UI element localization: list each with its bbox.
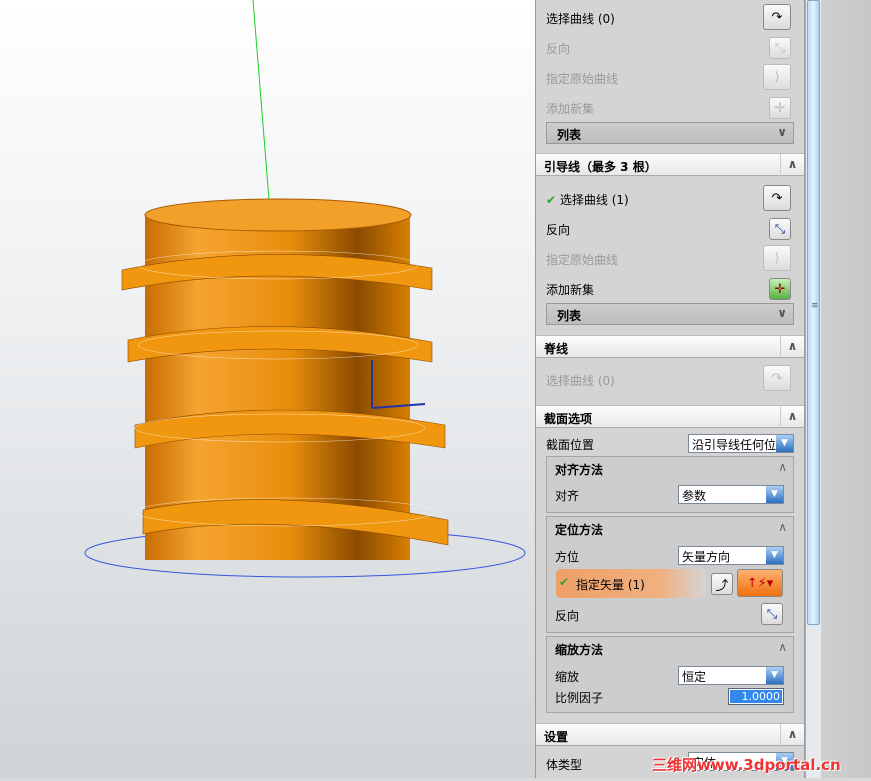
guides-reverse-label: 反向 — [546, 223, 571, 237]
scaling-label: 缩放 — [555, 670, 580, 684]
original-curve-icon[interactable]: ⟩ — [763, 245, 791, 271]
check-icon: ✔ — [546, 193, 557, 207]
dropdown-arrow-icon: ▼ — [776, 435, 793, 452]
guides-title: 引导线（最多 3 根） — [544, 160, 657, 174]
watermark: 三维网www.3dportal.cn — [652, 756, 841, 774]
orientation-title: 定位方法 — [555, 523, 604, 537]
alignment-label: 对齐 — [555, 489, 580, 503]
scaling-group: 缩放方法 ∧ 缩放 恒定 ▼ 比例因子 1.0000 — [546, 636, 794, 713]
section-original-curve-label: 指定原始曲线 — [546, 72, 619, 86]
guides-select-curve: ✔ 选择曲线 (1) — [546, 191, 629, 208]
spine-header[interactable]: 脊线 ∧ — [536, 335, 804, 358]
section-list-toggle[interactable]: 列表 ∨ — [546, 122, 794, 144]
original-curve-icon[interactable]: ⟩ — [763, 64, 791, 90]
guides-list-toggle[interactable]: 列表 ∨ — [546, 303, 794, 325]
section-options-header[interactable]: 截面选项 ∧ — [536, 405, 804, 428]
add-set-icon[interactable]: ✛ — [769, 278, 791, 300]
list-label: 列表 — [557, 309, 582, 323]
section-position-dropdown[interactable]: 沿引导线任何位置 ▼ — [688, 434, 794, 453]
scaling-title: 缩放方法 — [555, 643, 604, 657]
section-reverse-label: 反向 — [546, 42, 571, 56]
chevron-up-icon[interactable]: ∧ — [780, 336, 804, 358]
swept-dialog-panel: 选择曲线 (0) ↷ 反向 ⤡ 指定原始曲线 ⟩ 添加新集 ✛ 列表 ∨ 引导线（… — [535, 0, 805, 778]
dropdown-value: 沿引导线任何位置 — [692, 438, 789, 452]
3d-viewport[interactable] — [0, 0, 535, 778]
chevron-up-icon[interactable]: ∧ — [780, 406, 804, 428]
section-add-set-label: 添加新集 — [546, 102, 595, 116]
guides-select-curve-label: 选择曲线 (1) — [559, 193, 629, 207]
dropdown-value: 参数 — [682, 489, 707, 503]
orientation-reverse-label: 反向 — [555, 609, 580, 623]
guides-header[interactable]: 引导线（最多 3 根） ∧ — [536, 153, 804, 176]
chevron-up-icon[interactable]: ∧ — [778, 520, 787, 534]
dropdown-arrow-icon: ▼ — [766, 667, 783, 684]
curve-select-icon[interactable]: ↷ — [763, 185, 791, 211]
orientation-group: 定位方法 ∧ 方位 矢量方向 ▼ ✔ 指定矢量 (1) ⤴ ↑⚡▾ 反向 ⤡ — [546, 516, 794, 633]
scale-factor-value: 1.0000 — [730, 690, 782, 703]
spine-title: 脊线 — [544, 342, 569, 356]
dropdown-arrow-icon: ▼ — [766, 486, 783, 503]
scrollbar-thumb[interactable]: ≡ — [807, 0, 820, 625]
curve-select-icon[interactable]: ↷ — [763, 4, 791, 30]
dropdown-arrow-icon: ▼ — [766, 547, 783, 564]
helix-model — [84, 0, 526, 578]
orientation-dropdown[interactable]: 矢量方向 ▼ — [678, 546, 784, 565]
orientation-label: 方位 — [555, 550, 580, 564]
alignment-group: 对齐方法 ∧ 对齐 参数 ▼ — [546, 456, 794, 513]
specify-vector-row[interactable]: ✔ 指定矢量 (1) — [556, 569, 706, 598]
check-icon: ✔ — [559, 575, 570, 589]
dropdown-value: 恒定 — [682, 670, 707, 684]
reverse-direction-icon[interactable]: ⤡ — [761, 603, 783, 625]
reverse-direction-icon[interactable]: ⤡ — [769, 218, 791, 240]
settings-title: 设置 — [544, 730, 569, 744]
chevron-down-icon: ∨ — [777, 306, 787, 320]
settings-header[interactable]: 设置 ∧ — [536, 723, 804, 746]
specify-vector-label: 指定矢量 (1) — [576, 578, 645, 592]
dropdown-value: 矢量方向 — [682, 550, 731, 564]
panel-scrollbar[interactable]: ≡ — [805, 0, 821, 778]
add-set-icon[interactable]: ✛ — [769, 97, 791, 119]
alignment-dropdown[interactable]: 参数 ▼ — [678, 485, 784, 504]
spine-select-curve-label: 选择曲线 (0) — [546, 374, 615, 388]
chevron-up-icon[interactable]: ∧ — [780, 154, 804, 176]
vector-dialog-icon[interactable]: ⤴ — [711, 573, 733, 595]
chevron-down-icon: ∨ — [777, 125, 787, 139]
guides-add-set-label: 添加新集 — [546, 283, 595, 297]
section-position-label: 截面位置 — [546, 438, 595, 452]
alignment-title: 对齐方法 — [555, 463, 604, 477]
scale-factor-input[interactable]: 1.0000 — [728, 688, 784, 705]
curve-select-icon[interactable]: ↷ — [763, 365, 791, 391]
reverse-direction-icon[interactable]: ⤡ — [769, 37, 791, 59]
scaling-dropdown[interactable]: 恒定 ▼ — [678, 666, 784, 685]
list-label: 列表 — [557, 128, 582, 142]
chevron-up-icon[interactable]: ∧ — [778, 640, 787, 654]
grip-icon: ≡ — [811, 301, 819, 311]
section-options-title: 截面选项 — [544, 412, 593, 426]
body-type-label: 体类型 — [546, 758, 583, 772]
vector-inference-icon[interactable]: ↑⚡▾ — [737, 569, 783, 597]
guides-original-curve-label: 指定原始曲线 — [546, 253, 619, 267]
chevron-up-icon[interactable]: ∧ — [780, 724, 804, 746]
chevron-up-icon[interactable]: ∧ — [778, 460, 787, 474]
z-axis-line — [252, 0, 271, 213]
background-area — [821, 0, 871, 778]
scale-factor-label: 比例因子 — [555, 691, 604, 705]
section-select-curve-label: 选择曲线 (0) — [546, 12, 615, 26]
